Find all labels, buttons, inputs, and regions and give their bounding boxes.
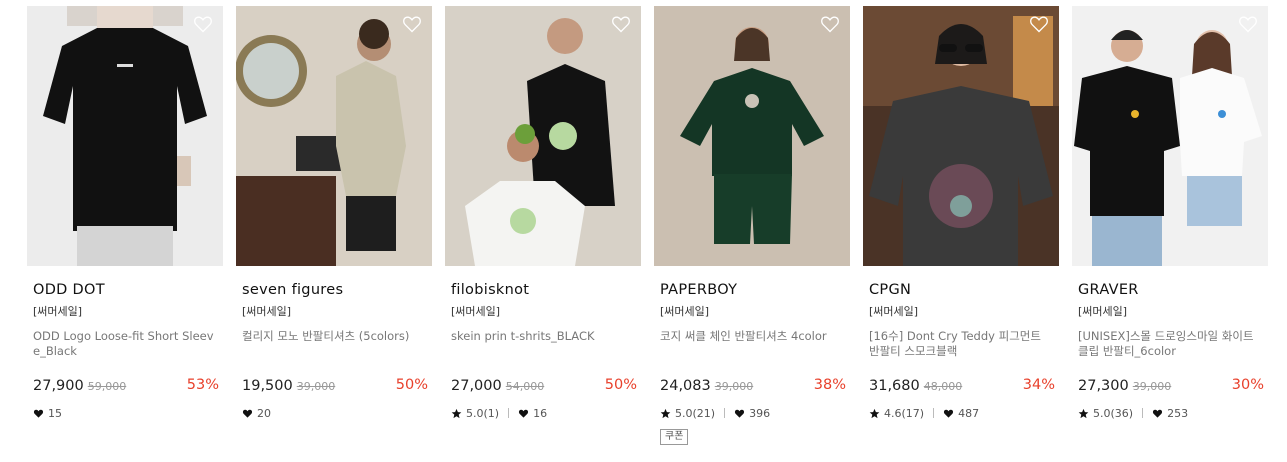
brand-name[interactable]: ODD DOT [27, 281, 223, 299]
star-icon [1078, 408, 1089, 418]
sale-price: 24,083 [660, 378, 711, 394]
product-name[interactable]: 컬리지 모노 반팔티셔츠 (5colors) [236, 329, 432, 359]
meta-divider [724, 408, 726, 418]
brand-name[interactable]: seven figures [236, 281, 432, 299]
sale-tag: [써머세일] [451, 305, 501, 318]
sale-tag: [써머세일] [1078, 305, 1128, 318]
product-meta: 5.0(1) 16 [445, 405, 641, 421]
product-meta: 5.0(36) 253 [1072, 405, 1268, 421]
product-meta: 20 [236, 405, 432, 421]
heart-icon [944, 409, 954, 418]
product-card[interactable]: PAPERBOY [써머세일] 코지 써클 체인 반팔티셔츠 4color 24… [654, 6, 850, 445]
heart-icon [1153, 409, 1163, 418]
sale-price: 27,900 [33, 378, 84, 394]
product-image[interactable] [863, 6, 1059, 266]
product-card[interactable]: CPGN [써머세일] [16수] Dont Cry Teddy 피그먼트 반팔… [863, 6, 1059, 421]
discount-rate: 53% [186, 377, 219, 393]
price-row: 27,900 59,000 53% [27, 375, 223, 395]
product-meta: 4.6(17) 487 [863, 405, 1059, 421]
meta-divider [1142, 408, 1144, 418]
rating: 4.6(17) [884, 406, 925, 420]
product-card[interactable]: GRAVER [써머세일] [UNISEX]스몰 드로잉스마일 화이트 클립 반… [1072, 6, 1268, 421]
heart-icon [33, 409, 44, 418]
wishlist-heart-icon[interactable] [611, 14, 631, 34]
sale-tag: [써머세일] [869, 305, 919, 318]
sale-price: 27,000 [451, 378, 502, 394]
star-icon [451, 408, 462, 418]
brand-name[interactable]: PAPERBOY [654, 281, 850, 299]
original-price: 54,000 [505, 380, 545, 393]
product-card[interactable]: seven figures [써머세일] 컬리지 모노 반팔티셔츠 (5colo… [236, 6, 432, 421]
wishlist-heart-icon[interactable] [193, 14, 213, 34]
product-name[interactable]: [16수] Dont Cry Teddy 피그먼트 반팔티 스모크블랙 [863, 329, 1059, 359]
original-price: 39,000 [1132, 380, 1172, 393]
price-row: 27,000 54,000 50% [445, 375, 641, 395]
original-price: 39,000 [714, 380, 754, 393]
product-photo [445, 6, 641, 266]
coupon-badge[interactable]: 쿠폰 [660, 429, 689, 445]
product-meta: 5.0(21) 396 [654, 405, 850, 421]
product-photo [27, 6, 223, 266]
meta-divider [508, 408, 510, 418]
sale-price: 31,680 [869, 378, 920, 394]
like-count: 253 [1167, 406, 1189, 420]
sale-tag: [써머세일] [33, 305, 83, 318]
product-photo [863, 6, 1059, 266]
like-count: 20 [257, 406, 271, 420]
discount-rate: 30% [1231, 377, 1264, 393]
heart-icon [519, 409, 529, 418]
wishlist-heart-icon[interactable] [402, 14, 422, 34]
product-meta: 15 [27, 405, 223, 421]
wishlist-heart-icon[interactable] [820, 14, 840, 34]
price-row: 24,083 39,000 38% [654, 375, 850, 395]
meta-divider [933, 408, 935, 418]
star-icon [869, 408, 880, 418]
discount-rate: 50% [395, 377, 428, 393]
wishlist-heart-icon[interactable] [1238, 14, 1258, 34]
original-price: 48,000 [923, 380, 963, 393]
discount-rate: 38% [813, 377, 846, 393]
product-name[interactable]: [UNISEX]스몰 드로잉스마일 화이트 클립 반팔티_6color [1072, 329, 1268, 359]
heart-icon [735, 409, 745, 418]
original-price: 59,000 [87, 380, 127, 393]
sale-tag: [써머세일] [660, 305, 710, 318]
like-count: 487 [958, 406, 980, 420]
rating: 5.0(1) [466, 406, 500, 420]
discount-rate: 34% [1022, 377, 1055, 393]
product-grid: ODD DOT [써머세일] ODD Logo Loose-fit Short … [0, 0, 1287, 462]
like-count: 396 [749, 406, 771, 420]
brand-name[interactable]: GRAVER [1072, 281, 1268, 299]
price-row: 27,300 39,000 30% [1072, 375, 1268, 395]
sale-price: 19,500 [242, 378, 293, 394]
star-icon [660, 408, 671, 418]
product-image[interactable] [236, 6, 432, 266]
product-photo [236, 6, 432, 266]
rating: 5.0(36) [1093, 406, 1134, 420]
wishlist-heart-icon[interactable] [1029, 14, 1049, 34]
product-image[interactable] [27, 6, 223, 266]
brand-name[interactable]: CPGN [863, 281, 1059, 299]
product-image[interactable] [445, 6, 641, 266]
product-image[interactable] [654, 6, 850, 266]
discount-rate: 50% [604, 377, 637, 393]
price-row: 19,500 39,000 50% [236, 375, 432, 395]
brand-name[interactable]: filobisknot [445, 281, 641, 299]
product-name[interactable]: ODD Logo Loose-fit Short Sleeve_Black [27, 329, 223, 359]
sale-price: 27,300 [1078, 378, 1129, 394]
product-name[interactable]: 코지 써클 체인 반팔티셔츠 4color [654, 329, 850, 359]
heart-icon [242, 409, 253, 418]
product-photo [654, 6, 850, 266]
price-row: 31,680 48,000 34% [863, 375, 1059, 395]
product-card[interactable]: ODD DOT [써머세일] ODD Logo Loose-fit Short … [27, 6, 223, 421]
like-count: 16 [533, 406, 548, 420]
original-price: 39,000 [296, 380, 336, 393]
product-name[interactable]: skein prin t-shrits_BLACK [445, 329, 641, 359]
product-image[interactable] [1072, 6, 1268, 266]
like-count: 15 [48, 406, 62, 420]
product-card[interactable]: filobisknot [써머세일] skein prin t-shrits_B… [445, 6, 641, 421]
sale-tag: [써머세일] [242, 305, 292, 318]
product-photo [1072, 6, 1268, 266]
rating: 5.0(21) [675, 406, 716, 420]
